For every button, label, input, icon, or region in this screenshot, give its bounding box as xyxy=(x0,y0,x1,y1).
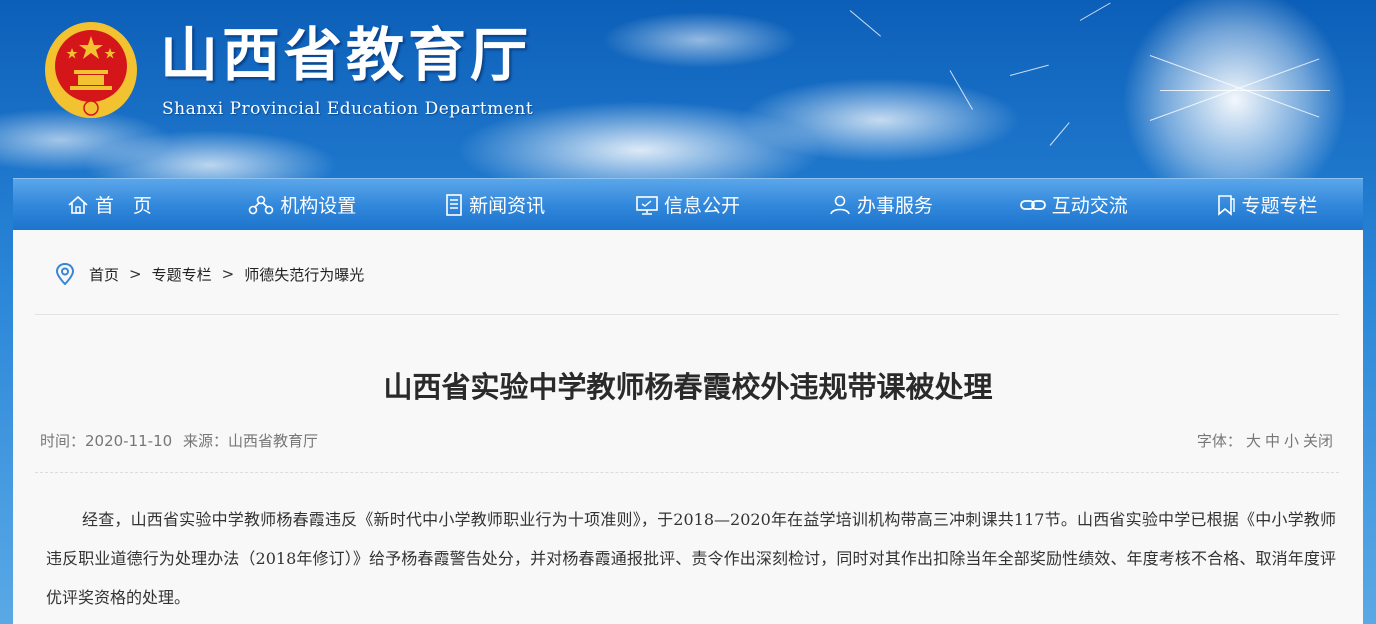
breadcrumb-divider xyxy=(35,314,1339,315)
main-nav: 首 页 机构设置 新闻资讯 信息公开 办事服务 互动交流 专题专栏 xyxy=(13,178,1363,230)
nav-item-info-disclosure[interactable]: 信息公开 xyxy=(592,179,785,230)
link-icon xyxy=(1019,199,1046,210)
dandelion-seed xyxy=(949,70,973,110)
location-pin-icon xyxy=(55,263,75,285)
dandelion-seed xyxy=(1160,90,1330,91)
home-icon xyxy=(68,195,88,214)
nav-item-label: 专题专栏 xyxy=(1241,195,1318,217)
dandelion-seed xyxy=(849,10,881,37)
breadcrumb: 首页 > 专题专栏 > 师德失范行为曝光 xyxy=(55,262,364,286)
monitor-icon xyxy=(636,195,658,215)
font-size-large-button[interactable]: 大 xyxy=(1246,430,1261,451)
content-panel: 首页 > 专题专栏 > 师德失范行为曝光 山西省实验中学教师杨春霞校外违规带课被… xyxy=(13,230,1363,624)
site-title: 山西省教育厅 xyxy=(160,21,533,89)
dandelion-seed xyxy=(1079,2,1111,21)
article-source: 来源：山西省教育厅 xyxy=(182,432,318,450)
dandelion-seed xyxy=(1009,64,1049,76)
nav-item-news[interactable]: 新闻资讯 xyxy=(399,179,592,230)
meta-divider xyxy=(35,472,1339,473)
document-icon xyxy=(446,193,462,216)
publish-time: 时间：2020-11-10 xyxy=(40,432,173,450)
nav-item-interaction[interactable]: 互动交流 xyxy=(977,179,1170,230)
breadcrumb-separator: > xyxy=(129,265,142,283)
national-emblem-logo[interactable] xyxy=(44,20,138,120)
nav-item-services[interactable]: 办事服务 xyxy=(784,179,977,230)
nav-item-organization[interactable]: 机构设置 xyxy=(206,179,399,230)
article-title: 山西省实验中学教师杨春霞校外违规带课被处理 xyxy=(383,370,993,404)
breadcrumb-current-link[interactable]: 师德失范行为曝光 xyxy=(244,264,364,285)
breadcrumb-separator: > xyxy=(221,265,235,283)
user-icon xyxy=(830,195,850,214)
dandelion-seed xyxy=(1049,122,1070,146)
nav-item-label: 信息公开 xyxy=(664,195,741,217)
dandelion-seed xyxy=(1149,55,1320,118)
nav-item-label: 首 页 xyxy=(94,195,152,217)
nav-item-label: 新闻资讯 xyxy=(469,195,546,217)
nav-item-label: 办事服务 xyxy=(856,195,933,217)
nav-item-home[interactable]: 首 页 xyxy=(13,179,206,230)
font-size-controls: 字体： 大 中 小 关闭 xyxy=(1197,430,1333,451)
nav-item-label: 机构设置 xyxy=(280,195,357,217)
article-body: 经查，山西省实验中学教师杨春霞违反《新时代中小学教师职业行为十项准则》，于201… xyxy=(46,510,1336,607)
breadcrumb-home-link[interactable]: 首页 xyxy=(89,264,119,285)
nav-item-label: 互动交流 xyxy=(1051,195,1128,217)
font-size-label: 字体： xyxy=(1196,432,1242,450)
font-size-close-button[interactable]: 关闭 xyxy=(1303,430,1333,451)
bookmark-icon xyxy=(1217,194,1235,216)
font-size-small-button[interactable]: 小 xyxy=(1284,430,1299,451)
article-meta: 时间：2020-11-10 来源：山西省教育厅 xyxy=(40,430,324,451)
breadcrumb-topics-link[interactable]: 专题专栏 xyxy=(152,264,212,285)
nav-item-special-topics[interactable]: 专题专栏 xyxy=(1170,179,1363,230)
org-chart-icon xyxy=(248,195,274,214)
font-size-medium-button[interactable]: 中 xyxy=(1265,430,1280,451)
site-subtitle: Shanxi Provincial Education Department xyxy=(162,99,534,119)
